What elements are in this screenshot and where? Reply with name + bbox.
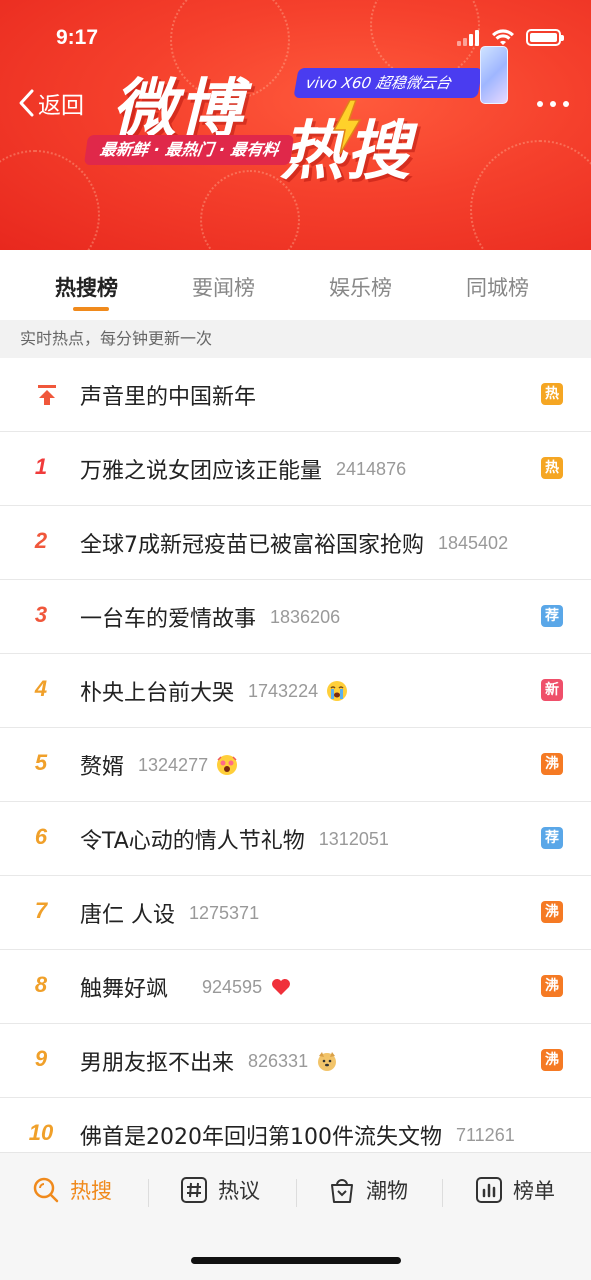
rank-number: 9	[34, 1046, 48, 1071]
rank-number: 2	[34, 528, 48, 553]
rank-number: 1	[34, 454, 48, 479]
nav-divider	[148, 1179, 149, 1207]
header-banner: 9:17 返回 vivo X60 超稳微云台 微博 热搜 最新鲜 · 最热门 ·…	[0, 0, 591, 250]
list-item[interactable]: 4 朴央上台前大哭 1743224 新	[0, 654, 591, 728]
rank-number: 6	[34, 824, 48, 849]
rank-number: 10	[28, 1120, 54, 1145]
battery-icon	[526, 29, 564, 46]
item-title: 男朋友抠不出来	[80, 1051, 235, 1076]
nav-hot-discussion[interactable]: 热议	[180, 1175, 260, 1205]
nav-rankings[interactable]: 榜单	[475, 1175, 555, 1205]
list-item[interactable]: 9 男朋友抠不出来 826331 沸	[0, 1024, 591, 1098]
item-heat-count: 924595	[202, 976, 263, 997]
item-title: 佛首是2020年回归第100件流失文物	[80, 1125, 442, 1150]
rank-number: 3	[34, 602, 48, 627]
item-heat-count: 1836206	[270, 606, 341, 627]
new-badge: 新	[541, 679, 563, 701]
nav-hot-search[interactable]: 热搜	[32, 1175, 112, 1205]
item-title: 唐仁 人设	[80, 903, 175, 928]
item-title: 一台车的爱情故事	[80, 607, 257, 632]
firework-decoration	[470, 140, 591, 250]
ad-banner[interactable]: vivo X60 超稳微云台	[293, 68, 483, 98]
nav-label: 榜单	[513, 1179, 555, 1203]
slogan-badge: 最新鲜 · 最热门 · 最有料	[83, 135, 295, 165]
nav-label: 热议	[218, 1179, 260, 1203]
doge-emoji-icon	[318, 1052, 337, 1071]
item-heat-count: 1845402	[438, 532, 509, 553]
nav-label: 热搜	[70, 1179, 112, 1203]
boiling-badge: 沸	[541, 901, 563, 923]
crying-emoji-icon	[327, 681, 348, 701]
firework-decoration	[0, 150, 100, 250]
hot-search-list: 声音里的中国新年 热 1 万雅之说女团应该正能量 2414876 热 2 全球7…	[0, 358, 591, 1172]
item-heat-count: 1743224	[248, 680, 319, 701]
boiling-badge: 沸	[541, 975, 563, 997]
item-title: 触舞好飒	[80, 977, 169, 1002]
item-title: 令TA心动的情人节礼物	[80, 829, 305, 854]
item-heat-count: 2414876	[336, 458, 407, 479]
cellular-signal-icon	[457, 30, 483, 46]
wifi-icon	[492, 29, 514, 45]
recommend-badge: 荐	[541, 605, 563, 627]
back-label: 返回	[38, 93, 84, 119]
search-hot-icon	[33, 1177, 59, 1203]
item-heat-count: 1312051	[318, 828, 389, 849]
nav-trendy-goods[interactable]: 潮物	[328, 1175, 408, 1205]
update-notice: 实时热点，每分钟更新一次	[0, 320, 591, 358]
rank-number: 4	[34, 676, 48, 701]
lightning-icon	[332, 100, 362, 154]
hashtag-icon	[181, 1177, 207, 1203]
list-item[interactable]: 2 全球7成新冠疫苗已被富裕国家抢购 1845402	[0, 506, 591, 580]
tab-news[interactable]: 要闻榜	[192, 272, 255, 302]
list-item[interactable]: 3 一台车的爱情故事 1836206 荐	[0, 580, 591, 654]
back-button[interactable]: 返回	[16, 86, 84, 120]
phone-promo-image	[480, 46, 508, 104]
tab-hot-search[interactable]: 热搜榜	[55, 272, 118, 302]
rank-number: 7	[34, 898, 48, 923]
list-item[interactable]: 5 赘婿 1324277 沸	[0, 728, 591, 802]
home-indicator[interactable]	[191, 1257, 401, 1264]
status-time: 9:17	[56, 26, 99, 49]
boiling-badge: 沸	[541, 1049, 563, 1071]
heart-emoji-icon	[272, 979, 291, 995]
nav-label: 潮物	[366, 1179, 408, 1203]
rank-number: 8	[34, 972, 48, 997]
item-title: 万雅之说女团应该正能量	[80, 459, 323, 484]
nav-divider	[296, 1179, 297, 1207]
pin-top-icon	[38, 385, 56, 405]
tab-entertainment[interactable]: 娱乐榜	[329, 272, 392, 302]
item-title: 声音里的中国新年	[80, 385, 257, 410]
list-item[interactable]: 6 令TA心动的情人节礼物 1312051 荐	[0, 802, 591, 876]
list-item[interactable]: 声音里的中国新年 热	[0, 358, 591, 432]
item-heat-count: 711261	[455, 1124, 515, 1145]
list-item[interactable]: 8 触舞好飒 924595 沸	[0, 950, 591, 1024]
hot-badge: 热	[541, 457, 563, 479]
item-heat-count: 826331	[248, 1050, 309, 1071]
item-heat-count: 1324277	[138, 754, 209, 775]
boiling-badge: 沸	[541, 753, 563, 775]
item-title: 赘婿	[80, 755, 125, 780]
rank-number: 5	[34, 750, 48, 775]
tab-local[interactable]: 同城榜	[466, 272, 529, 302]
hot-badge: 热	[541, 383, 563, 405]
list-item[interactable]: 7 唐仁 人设 1275371 沸	[0, 876, 591, 950]
item-title: 全球7成新冠疫苗已被富裕国家抢购	[80, 533, 424, 558]
item-title: 朴央上台前大哭	[80, 681, 235, 706]
more-options-button[interactable]	[533, 96, 573, 112]
active-tab-indicator	[73, 307, 109, 311]
chevron-left-icon	[19, 89, 34, 117]
bar-chart-icon	[476, 1177, 502, 1203]
item-heat-count: 1275371	[189, 902, 260, 923]
nav-divider	[442, 1179, 443, 1207]
shopping-bag-icon	[331, 1179, 353, 1203]
list-item[interactable]: 1 万雅之说女团应该正能量 2414876 热	[0, 432, 591, 506]
shocked-emoji-icon	[217, 755, 238, 775]
recommend-badge: 荐	[541, 827, 563, 849]
